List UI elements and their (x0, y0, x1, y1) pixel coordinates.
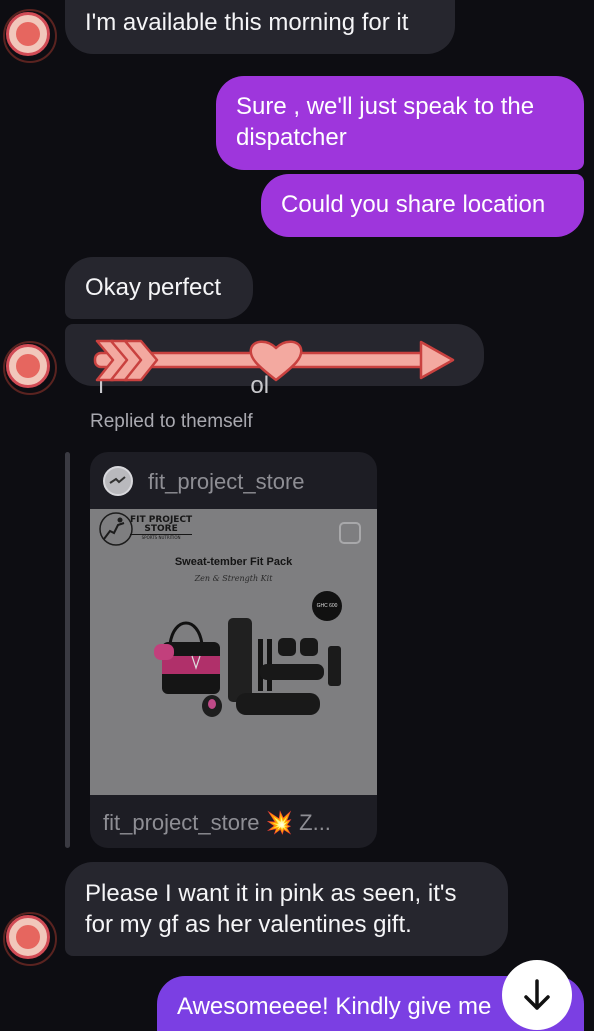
reply-label: Replied to themself (90, 411, 253, 432)
avatar[interactable] (3, 341, 57, 395)
message-text: Okay perfect (85, 274, 222, 301)
arrow-heart-sticker[interactable] (85, 336, 460, 386)
product-kit-image (154, 618, 341, 717)
account-name[interactable]: fit_project_store (148, 469, 305, 495)
message-bubble-incoming[interactable]: Okay perfect (65, 257, 253, 319)
message-text: Awesomeeee! Kindly give me (177, 993, 492, 1020)
reply-line (65, 452, 70, 848)
shared-post-card[interactable]: fit_project_store FIT PROJECT STORE SPOR… (90, 452, 377, 848)
post-image[interactable]: FIT PROJECT STORE SPORTS NUTRITION Sweat… (90, 509, 377, 795)
message-bubble-incoming[interactable]: Please I want it in pink as seen, it's f… (65, 862, 508, 956)
account-avatar[interactable] (103, 466, 133, 496)
message-bubble-outgoing[interactable]: Could you share location (261, 174, 584, 237)
logo-icon (109, 476, 126, 484)
post-subtitle: Zen & Strength Kit (194, 574, 273, 583)
post-title: Sweat-tember Fit Pack (174, 556, 293, 568)
brand-name: FIT PROJECT STORE SPORTS NUTRITION (130, 515, 193, 540)
avatar[interactable] (3, 9, 57, 63)
message-text: Please I want it in pink as seen, it's f… (85, 880, 457, 938)
brand-logo-icon (99, 512, 133, 546)
avatar[interactable] (3, 912, 57, 966)
scroll-down-button[interactable] (502, 960, 572, 1030)
message-text: Could you share location (281, 191, 546, 218)
message-bubble-outgoing[interactable]: Sure , we'll just speak to the dispatche… (216, 76, 584, 170)
arrow-down-icon (524, 979, 550, 1010)
post-caption[interactable]: fit_project_store 💥 Z... (103, 810, 331, 836)
message-text: I'm available this morning for it (85, 9, 409, 36)
message-text: Sure , we'll just speak to the dispatche… (236, 93, 535, 151)
message-bubble-incoming[interactable]: I'm available this morning for it (65, 0, 455, 54)
multi-photo-icon (339, 522, 361, 544)
